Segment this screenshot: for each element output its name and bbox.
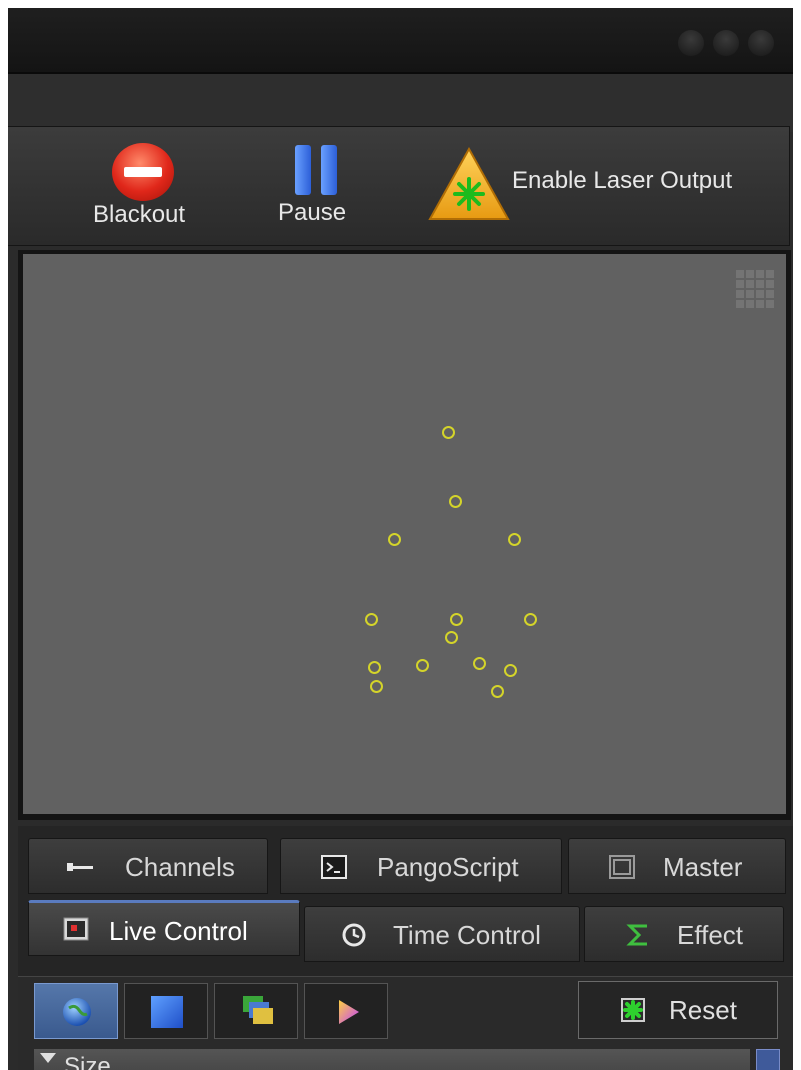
close-button[interactable] [748,30,774,56]
clock-icon [342,923,366,947]
layers-button[interactable] [214,983,298,1039]
tab-pangoscript[interactable]: PangoScript [280,838,562,894]
blackout-icon [112,143,174,201]
rectangle-button[interactable] [124,983,208,1039]
tab-label: Channels [125,852,235,882]
layers-icon [243,996,273,1024]
laser-point [445,631,458,644]
tab-effect[interactable]: Effect [584,906,784,962]
tab-label: PangoScript [377,852,519,882]
laser-point [416,659,429,672]
slider-icon [67,863,93,871]
laser-warning-icon [428,147,510,220]
blue-square-icon [151,996,183,1028]
laser-point [442,426,455,439]
enable-laser-output-button[interactable]: Enable Laser Output [428,127,773,243]
laser-point [450,613,463,626]
pause-label: Pause [278,199,347,226]
tab-label: Effect [677,920,744,950]
preview-frame [18,250,791,820]
laser-point [449,495,462,508]
live-control-icon [63,917,89,941]
reset-label: Reset [669,995,737,1025]
laser-point [491,685,504,698]
blackout-label: Blackout [93,201,186,228]
terminal-icon [321,855,347,879]
app-window: Blackout Pause Enable Laser Output Chann… [8,8,793,1070]
play-effect-button[interactable] [304,983,388,1039]
size-section-label: Size [64,1053,111,1070]
menu-bar [8,74,793,132]
laser-point [524,613,537,626]
reset-icon [621,998,645,1022]
size-section-header[interactable]: Size [34,1049,750,1070]
tab-label: Live Control [109,916,248,946]
minimize-button[interactable] [678,30,704,56]
window-icon [609,855,635,879]
arrow-play-icon [339,1000,359,1024]
globe-button[interactable] [34,983,118,1039]
blackout-button[interactable]: Blackout [88,127,208,243]
reset-button[interactable]: Reset [578,981,778,1039]
scrollbar-thumb[interactable] [756,1049,780,1070]
pause-button[interactable]: Pause [270,127,370,243]
laser-point [508,533,521,546]
maximize-button[interactable] [713,30,739,56]
laser-point [504,664,517,677]
main-toolbar: Blackout Pause Enable Laser Output [8,126,790,246]
laser-point [370,680,383,693]
laser-point [365,613,378,626]
laser-point [473,657,486,670]
pause-icon [295,145,341,195]
tab-label: Time Control [393,920,541,950]
grid-icon[interactable] [736,270,774,308]
enable-laser-output-label: Enable Laser Output [512,167,733,194]
laser-point [388,533,401,546]
tab-master[interactable]: Master [568,838,786,894]
collapse-triangle-icon [40,1053,56,1063]
tab-live-control[interactable]: Live Control [28,900,300,956]
globe-icon [63,998,91,1026]
tab-label: Master [663,852,743,882]
title-bar [8,8,793,74]
tab-time-control[interactable]: Time Control [304,906,580,962]
tab-channels[interactable]: Channels [28,838,268,894]
laser-point [368,661,381,674]
laser-preview-canvas[interactable] [23,254,786,814]
sigma-icon [626,924,647,946]
